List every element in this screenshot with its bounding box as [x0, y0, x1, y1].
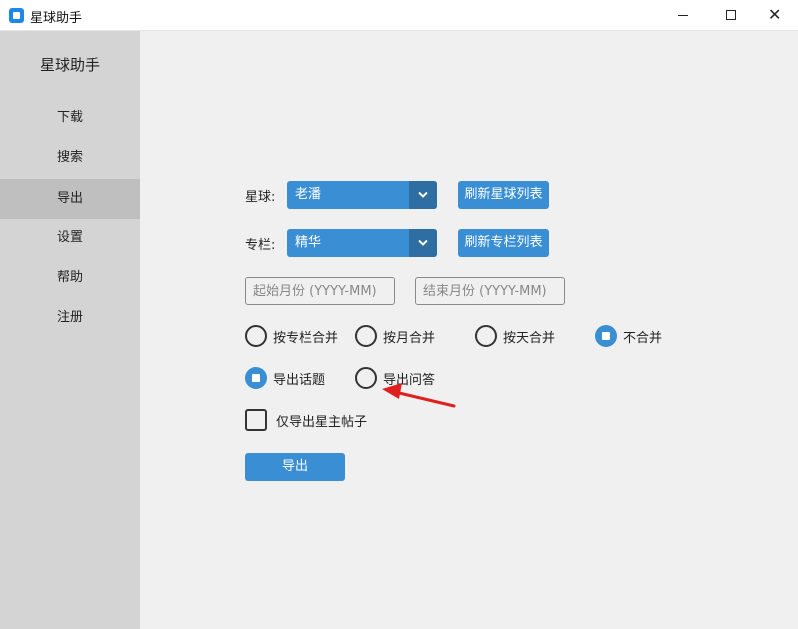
- column-label: 专栏:: [245, 238, 276, 253]
- window-title: 星球助手: [30, 11, 83, 26]
- maximize-icon: [726, 10, 736, 20]
- checkbox-box: [245, 409, 267, 431]
- merge-by-column-radio[interactable]: 按专栏合并: [245, 325, 345, 347]
- planet-label: 星球:: [245, 190, 276, 205]
- sidebar-item-export[interactable]: 导出: [0, 179, 140, 219]
- minimize-icon: [678, 15, 688, 16]
- merge-by-column-label: 按专栏合并: [273, 331, 339, 346]
- radio-circle: [245, 367, 267, 389]
- export-button[interactable]: 导出: [245, 453, 345, 481]
- annotation-arrow-icon: [382, 383, 456, 408]
- refresh-planets-button[interactable]: 刷新星球列表: [458, 181, 549, 209]
- no-merge-radio[interactable]: 不合并: [595, 325, 675, 347]
- owner-only-checkbox[interactable]: 仅导出星主帖子: [245, 409, 385, 431]
- merge-by-month-label: 按月合并: [383, 331, 436, 346]
- sidebar-item-download[interactable]: 下载: [0, 98, 140, 138]
- chevron-down-icon[interactable]: [409, 181, 437, 209]
- column-select-value: 精华: [295, 235, 322, 250]
- app-icon: [9, 8, 24, 23]
- refresh-columns-button[interactable]: 刷新专栏列表: [458, 229, 549, 257]
- owner-only-label: 仅导出星主帖子: [276, 415, 368, 430]
- minimize-button[interactable]: [660, 0, 706, 31]
- export-topics-radio[interactable]: 导出话题: [245, 367, 335, 389]
- close-icon: ✕: [768, 5, 782, 24]
- sidebar-item-help[interactable]: 帮助: [0, 258, 140, 298]
- maximize-button[interactable]: [708, 0, 754, 31]
- export-topics-label: 导出话题: [273, 373, 326, 388]
- end-month-input[interactable]: [415, 277, 565, 305]
- export-qa-label: 导出问答: [383, 373, 436, 388]
- planet-select[interactable]: 老潘: [287, 181, 437, 209]
- title-bar: 星球助手 ✕: [0, 0, 798, 31]
- no-merge-label: 不合并: [623, 331, 663, 346]
- radio-circle: [355, 367, 377, 389]
- radio-circle: [595, 325, 617, 347]
- close-button[interactable]: ✕: [752, 0, 798, 31]
- radio-circle: [475, 325, 497, 347]
- planet-select-value: 老潘: [295, 187, 322, 202]
- sidebar-item-register[interactable]: 注册: [0, 298, 140, 338]
- radio-circle: [355, 325, 377, 347]
- sidebar-item-settings[interactable]: 设置: [0, 218, 140, 258]
- main-panel: 星球: 老潘 刷新星球列表 专栏: 精华 刷新专栏列表 按专栏合并 按月合并 按…: [140, 31, 798, 629]
- sidebar-title: 星球助手: [39, 56, 100, 74]
- sidebar-item-search[interactable]: 搜索: [0, 138, 140, 178]
- start-month-input[interactable]: [245, 277, 395, 305]
- radio-circle: [245, 325, 267, 347]
- merge-by-day-radio[interactable]: 按天合并: [475, 325, 565, 347]
- merge-by-day-label: 按天合并: [503, 331, 556, 346]
- merge-by-month-radio[interactable]: 按月合并: [355, 325, 445, 347]
- chevron-down-icon[interactable]: [409, 229, 437, 257]
- sidebar: 星球助手 下载 搜索 导出 设置 帮助 注册: [0, 31, 140, 629]
- export-qa-radio[interactable]: 导出问答: [355, 367, 445, 389]
- column-select[interactable]: 精华: [287, 229, 437, 257]
